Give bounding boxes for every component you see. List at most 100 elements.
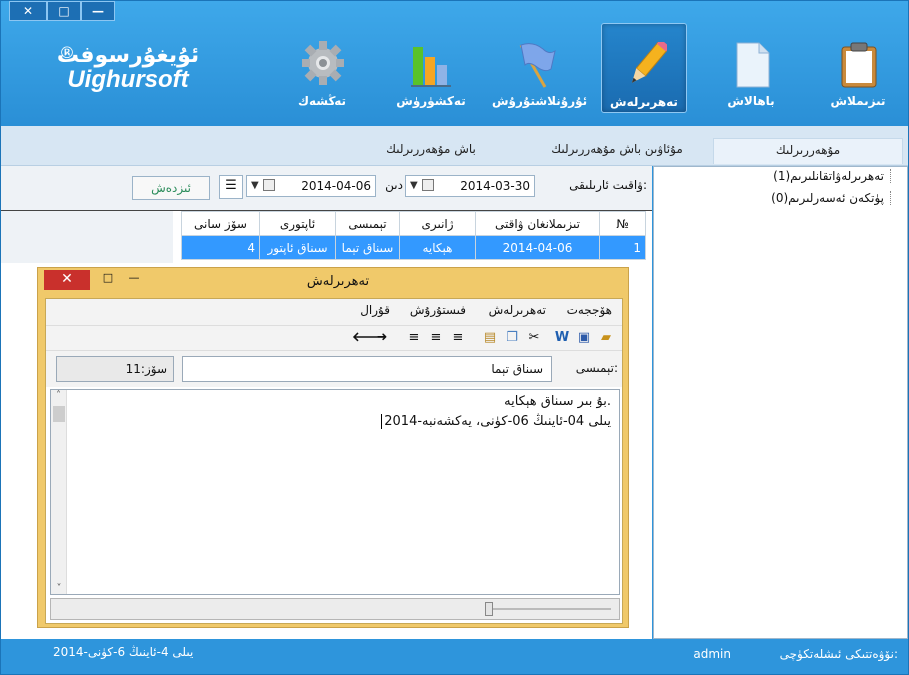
editor-title: تەھرىرلەش	[306, 274, 370, 289]
toolbar-check-button[interactable]: تەكشۈرۈش	[388, 23, 474, 113]
table-empty-area	[1, 211, 173, 263]
editor-dialog: ✕ □ — تەھرىرلەش ھۆججەت تەھرىرلەش فىستۇرۇ…	[37, 267, 629, 628]
menu-edit[interactable]: تەھرىرلەش	[489, 303, 546, 317]
from-date-picker[interactable]: ▼ 2014-03-30	[405, 175, 535, 197]
open-folder-icon[interactable]: ▰	[598, 330, 614, 346]
column-word-count[interactable]: سۆز سانى	[181, 211, 260, 236]
table-row[interactable]: 4 سىناق ئاپتور سىناق تېما ھېكايە 2014-04…	[181, 235, 646, 260]
column-author[interactable]: ئاپتورى	[259, 211, 336, 236]
filter-bar: ۋاقىت ئارىلىقى: ▼ 2014-03-30 دىن ▼ 2014-…	[1, 166, 652, 210]
toolbar-register-button[interactable]: تىزىملاش	[815, 23, 901, 113]
restore-button[interactable]: □	[47, 1, 81, 21]
editor-close-button[interactable]: ✕	[44, 270, 90, 290]
to-date-value: 2014-04-06	[301, 179, 371, 193]
table-header-row: سۆز سانى ئاپتورى تېمىسى ژانىرى تىزىملانغ…	[181, 211, 646, 236]
editor-toolbar: ▰ ▣ W ✂ ❐ ▤ ≡ ≡ ≡ ➜ 🡐	[46, 325, 622, 351]
gear-icon	[302, 41, 344, 85]
body-textarea[interactable]: ˄ ˅ بۇ بىر سىناق ھېكايە. 2014-يىلى 04-ئا…	[50, 389, 620, 595]
toolbar-edit-button[interactable]: تەھرىرلەش	[601, 23, 687, 113]
tab-chief-editor[interactable]: باش مۇھەررىرلىك	[367, 138, 495, 164]
vertical-scrollbar[interactable]: ˄ ˅	[51, 390, 67, 594]
cell-number: 1	[599, 235, 646, 260]
from-date-value: 2014-03-30	[460, 179, 530, 193]
toolbar-edit-label: تەھرىرلەش	[610, 95, 678, 109]
cell-title: سىناق تېما	[335, 235, 400, 260]
cell-author: سىناق ئاپتور	[259, 235, 336, 260]
close-button[interactable]: ✕	[9, 1, 47, 21]
column-registered-time[interactable]: تىزىملانغان ۋاقتى	[475, 211, 600, 236]
toolbar-register-label: تىزىملاش	[830, 94, 886, 108]
menu-file[interactable]: ھۆججەت	[567, 303, 612, 317]
align-left-icon[interactable]: ≡	[406, 330, 422, 346]
current-user-label: نۆۋەتتىكى ئىشلەتكۈچى:	[779, 647, 898, 661]
editor-body: ھۆججەت تەھرىرلەش فىستۇرۇش قۇرال ▰ ▣ W ✂ …	[45, 298, 623, 624]
flag-icon	[519, 43, 556, 88]
status-bar: نۆۋەتتىكى ئىشلەتكۈچى: admin 2014-يىلى 4-…	[1, 639, 908, 674]
cell-registered-time: 2014-04-06	[475, 235, 600, 260]
pencil-icon	[631, 42, 667, 83]
calendar-icon	[263, 179, 275, 191]
editor-maximize-button[interactable]: □	[96, 270, 120, 288]
menu-tools[interactable]: قۇرال	[360, 303, 390, 317]
word-export-icon[interactable]: W	[554, 330, 570, 346]
toolbar-evaluate-button[interactable]: باھالاش	[708, 23, 794, 113]
calendar-icon	[422, 179, 434, 191]
subject-label: تېمىسى:	[575, 361, 618, 375]
dropdown-arrow-icon: ▼	[251, 180, 259, 191]
column-number[interactable]: №	[599, 211, 646, 236]
app-window: ✕ □ — ® ئۇيغۇرسوفت Uighursoft تەڭشەك تەك…	[0, 0, 909, 675]
align-right-icon[interactable]: ≡	[450, 330, 466, 346]
body-line-1: بۇ بىر سىناق ھېكايە.	[504, 394, 611, 409]
subject-input[interactable]: سىناق تېما	[182, 356, 552, 382]
to-label: دىن	[385, 178, 403, 192]
search-button[interactable]: ئىزدەش	[132, 176, 210, 200]
status-date: 2014-يىلى 4-ئاينىڭ 6-كۈنى	[53, 645, 194, 659]
scroll-up-icon[interactable]: ˄	[51, 390, 66, 401]
toolbar-evaluate-label: باھالاش	[727, 94, 775, 108]
cell-word-count: 4	[181, 235, 260, 260]
clipboard-icon	[841, 42, 877, 88]
cut-icon[interactable]: ✂	[526, 330, 542, 346]
logo-latin-text: Uighursoft	[67, 66, 189, 93]
minimize-button[interactable]: —	[81, 1, 115, 21]
list-view-icon[interactable]: ☰	[219, 175, 243, 199]
menu-format[interactable]: فىستۇرۇش	[410, 303, 466, 317]
column-title[interactable]: تېمىسى	[335, 211, 400, 236]
tree-item-finished[interactable]: پۈتكەن ئەسەرلىرىم(0)	[771, 191, 891, 205]
scroll-thumb[interactable]	[53, 406, 65, 422]
registered-mark: ®	[59, 43, 75, 62]
editor-bottom-bar	[50, 598, 620, 620]
cell-genre: ھېكايە	[399, 235, 476, 260]
toolbar-settings-button[interactable]: تەڭشەك	[279, 23, 365, 113]
to-date-picker[interactable]: ▼ 2014-04-06	[246, 175, 376, 197]
save-icon[interactable]: ▣	[576, 330, 592, 346]
undo-icon[interactable]: 🡐	[352, 330, 387, 346]
current-user-value: admin	[693, 647, 731, 661]
column-genre[interactable]: ژانىرى	[399, 211, 476, 236]
folder-tree-panel: تەھرىرلەۋاتقانلىرىم(1) پۈتكەن ئەسەرلىرىم…	[653, 166, 908, 639]
paste-icon[interactable]: ▤	[482, 330, 498, 346]
tree-item-in-progress[interactable]: تەھرىرلەۋاتقانلىرىم(1)	[773, 169, 891, 183]
toolbar-check-label: تەكشۈرۈش	[396, 94, 466, 108]
bar-chart-icon	[411, 47, 451, 87]
tab-bar: مۇھەررىرلىك مۇئاۋىن باش مۇھەررىرلىك باش …	[1, 126, 908, 166]
articles-grid: سۆز سانى ئاپتورى تېمىسى ژانىرى تىزىملانغ…	[181, 211, 646, 260]
logo-uyghur-text: ئۇيغۇرسوفت	[56, 43, 200, 68]
scroll-down-icon[interactable]: ˅	[51, 583, 67, 594]
header-bar: ✕ □ — ® ئۇيغۇرسوفت Uighursoft تەڭشەك تەك…	[1, 1, 908, 126]
word-count-display: سۆز:11	[56, 356, 174, 382]
subject-row: تېمىسى: سىناق تېما سۆز:11	[46, 351, 622, 387]
document-icon	[736, 42, 770, 88]
body-line-2: 2014-يىلى 04-ئاينىڭ 06-كۈنى، يەكشەنبە	[381, 414, 611, 429]
toolbar-arrange-label: ئۇرۇنلاشتۇرۇش	[492, 94, 588, 108]
toolbar-arrange-button[interactable]: ئۇرۇنلاشتۇرۇش	[492, 23, 588, 113]
editor-title-bar[interactable]: ✕ □ — تەھرىرلەش	[38, 268, 628, 298]
copy-icon[interactable]: ❐	[504, 330, 520, 346]
tab-deputy-chief-editor[interactable]: مۇئاۋىن باش مۇھەررىرلىك	[529, 138, 705, 164]
editor-minimize-button[interactable]: —	[122, 270, 146, 288]
editor-menu-bar: ھۆججەت تەھرىرلەش فىستۇرۇش قۇرال	[46, 299, 622, 325]
tab-editor[interactable]: مۇھەررىرلىك	[713, 138, 903, 164]
align-center-icon[interactable]: ≡	[428, 330, 444, 346]
zoom-slider-track[interactable]	[485, 608, 611, 610]
zoom-slider-thumb[interactable]	[485, 602, 493, 616]
